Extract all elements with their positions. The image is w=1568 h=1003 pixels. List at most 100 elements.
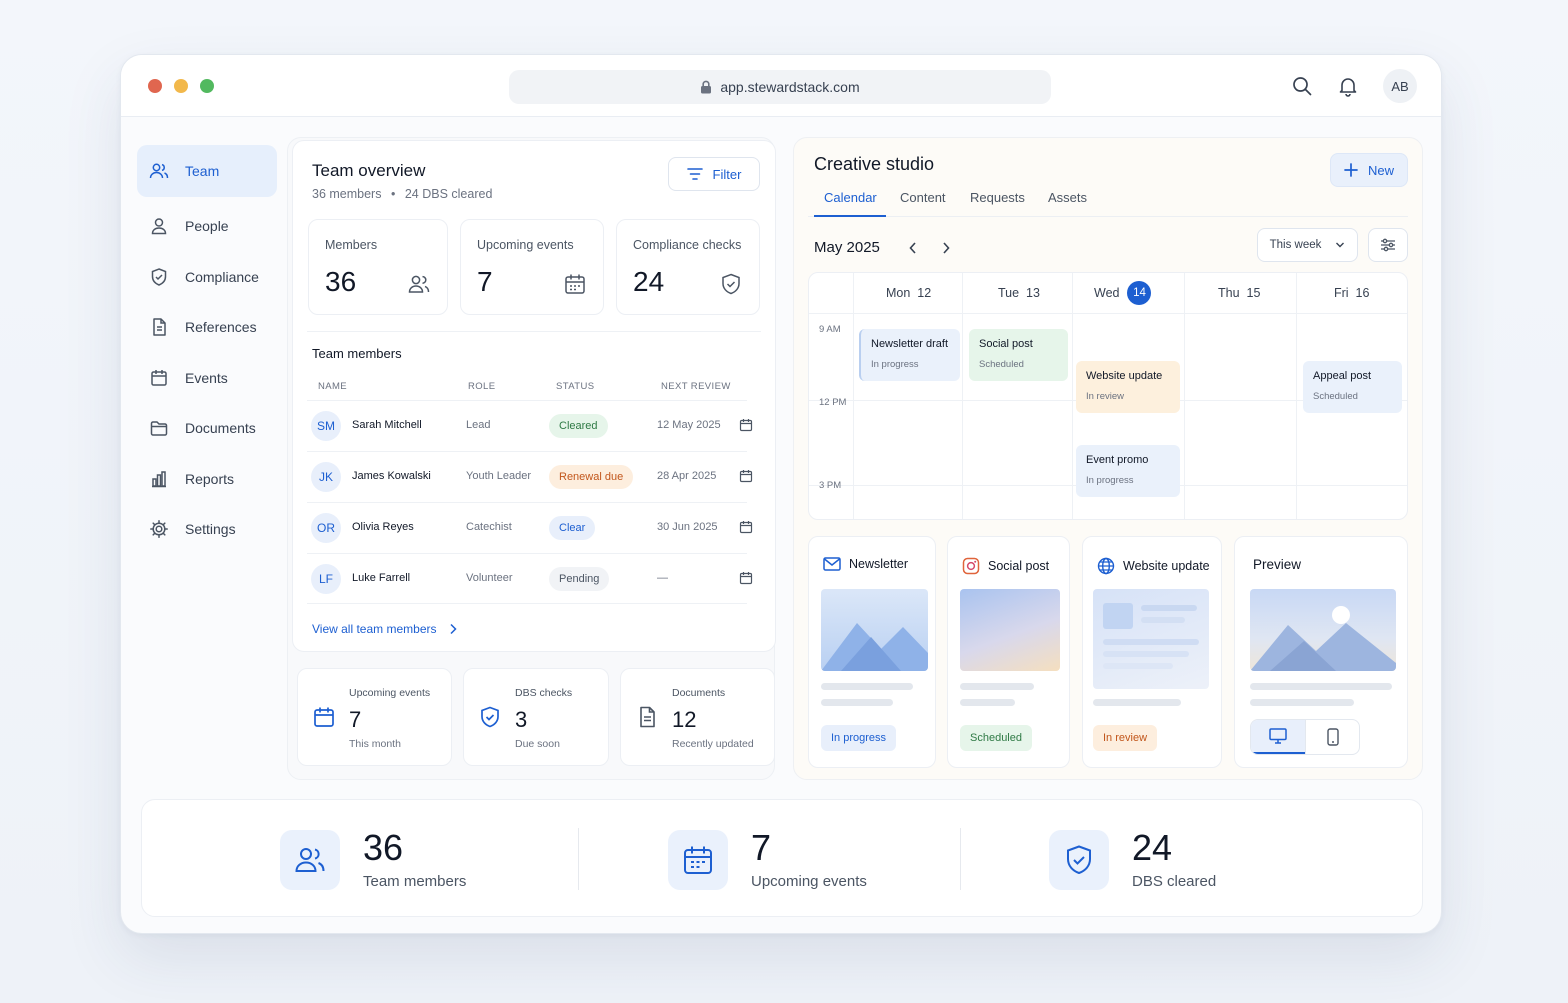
- sidebar-item-label: Events: [185, 369, 228, 386]
- review-date: 30 Jun 2025: [657, 521, 718, 533]
- tab-requests[interactable]: Requests: [970, 190, 1025, 205]
- folder-icon: [150, 421, 168, 436]
- stat-members: Members 36: [308, 219, 448, 315]
- calendar-icon[interactable]: [739, 469, 753, 483]
- divider: [307, 331, 761, 332]
- event-title: Website update: [1086, 370, 1163, 382]
- grid-line: [1296, 273, 1297, 519]
- mini-stat-value: 12: [672, 707, 697, 732]
- sidebar-item-references[interactable]: References: [137, 302, 277, 352]
- calendar-event[interactable]: Appeal post Scheduled: [1303, 361, 1402, 413]
- column-header-role[interactable]: ROLE: [468, 381, 495, 392]
- calendar-event[interactable]: Website update In review: [1076, 361, 1180, 413]
- text-placeholder: [1093, 699, 1181, 706]
- day-header-mon[interactable]: Mon 12: [886, 286, 931, 300]
- event-status: In review: [1086, 391, 1125, 402]
- time-label: 12 PM: [819, 397, 847, 408]
- tab-calendar[interactable]: Calendar: [824, 190, 877, 205]
- chevron-right-icon: [449, 623, 457, 635]
- day-header-tue[interactable]: Tue 13: [998, 286, 1040, 300]
- column-header-name[interactable]: NAME: [318, 381, 347, 392]
- sidebar-item-team[interactable]: Team: [137, 145, 277, 197]
- sidebar-item-events[interactable]: Events: [137, 353, 277, 403]
- summary-label: Team members: [363, 873, 467, 890]
- column-header-next-review[interactable]: NEXT REVIEW: [661, 381, 731, 392]
- grid-line: [853, 273, 854, 519]
- table-row[interactable]: JK James Kowalski Youth Leader Renewal d…: [307, 451, 753, 502]
- content-card-website-update[interactable]: Website update In review: [1082, 536, 1222, 768]
- time-label: 9 AM: [819, 324, 841, 335]
- close-window-button[interactable]: [148, 79, 162, 93]
- address-bar[interactable]: app.stewardstack.com: [509, 70, 1051, 104]
- tab-content[interactable]: Content: [900, 190, 946, 205]
- content-card-social-post[interactable]: Social post Scheduled: [947, 536, 1070, 768]
- mobile-view-button[interactable]: [1305, 720, 1359, 754]
- browser-titlebar: app.stewardstack.com AB: [121, 55, 1441, 117]
- chevron-left-icon[interactable]: [908, 241, 918, 255]
- calendar-icon[interactable]: [739, 571, 753, 585]
- calendar-event[interactable]: Event promo In progress: [1076, 445, 1180, 497]
- creative-studio-panel: Creative studio New Calendar Content Req…: [793, 137, 1423, 780]
- summary-upcoming-events: 7 Upcoming events: [668, 827, 928, 890]
- card-title: Social post: [962, 557, 1049, 575]
- calendar-settings-button[interactable]: [1368, 228, 1408, 262]
- summary-icon-box: [1049, 830, 1109, 890]
- minimize-window-button[interactable]: [174, 79, 188, 93]
- table-row[interactable]: OR Olivia Reyes Catechist Clear 30 Jun 2…: [307, 502, 753, 553]
- review-date: —: [657, 572, 668, 584]
- bell-icon[interactable]: [1337, 75, 1359, 97]
- globe-icon: [1097, 557, 1115, 575]
- event-status: In progress: [1086, 475, 1134, 486]
- team-overview-card: Team overview 36 members • 24 DBS cleare…: [292, 140, 776, 652]
- filter-icon: [686, 168, 703, 180]
- range-select[interactable]: This week: [1257, 228, 1358, 262]
- sidebar-item-people[interactable]: People: [137, 201, 277, 251]
- image-placeholder: [821, 589, 928, 671]
- day-header-wed[interactable]: Wed 14: [1094, 281, 1152, 305]
- content-card-newsletter[interactable]: Newsletter In progress: [808, 536, 936, 768]
- search-icon[interactable]: [1291, 75, 1313, 97]
- summary-dbs-cleared: 24 DBS cleared: [1049, 827, 1309, 890]
- status-badge: In progress: [821, 725, 897, 751]
- calendar-event[interactable]: Newsletter draft In progress: [859, 329, 960, 381]
- new-label: New: [1367, 162, 1394, 178]
- mini-stat-documents: Documents 12 Recently updated: [620, 668, 775, 766]
- sidebar-item-settings[interactable]: Settings: [137, 504, 277, 554]
- sidebar-item-documents[interactable]: Documents: [137, 403, 277, 453]
- event-status: Scheduled: [979, 359, 1024, 370]
- column-header-status[interactable]: STATUS: [556, 381, 594, 392]
- member-name: Olivia Reyes: [352, 521, 414, 533]
- maximize-window-button[interactable]: [200, 79, 214, 93]
- mini-stat-sub: This month: [349, 738, 401, 750]
- sidebar-item-reports[interactable]: Reports: [137, 454, 277, 504]
- preview-image: [1250, 589, 1396, 671]
- member-name: James Kowalski: [352, 470, 431, 482]
- table-row[interactable]: SM Sarah Mitchell Lead Cleared 12 May 20…: [307, 400, 753, 451]
- users-icon: [295, 848, 325, 872]
- new-button[interactable]: New: [1330, 153, 1408, 187]
- calendar-icon[interactable]: [739, 520, 753, 534]
- view-all-members-link[interactable]: View all team members: [312, 622, 457, 636]
- calendar-event[interactable]: Social post Scheduled: [969, 329, 1068, 381]
- user-avatar[interactable]: AB: [1383, 69, 1417, 103]
- filter-button[interactable]: Filter: [668, 157, 760, 191]
- member-role: Volunteer: [466, 572, 513, 584]
- document-icon: [640, 706, 655, 728]
- team-members-title: Team members: [312, 346, 402, 361]
- table-row[interactable]: LF Luke Farrell Volunteer Pending —: [307, 553, 753, 604]
- day-header-thu[interactable]: Thu 15: [1218, 286, 1260, 300]
- sidebar-item-label: Settings: [185, 521, 236, 537]
- day-header-fri[interactable]: Fri 16: [1334, 286, 1369, 300]
- summary-value: 24: [1132, 827, 1173, 868]
- today-badge: 14: [1127, 281, 1152, 305]
- sidebar-item-compliance[interactable]: Compliance: [137, 252, 277, 302]
- tab-assets[interactable]: Assets: [1048, 190, 1087, 205]
- member-name: Sarah Mitchell: [352, 419, 422, 431]
- card-title: Website update: [1097, 557, 1210, 575]
- time-label: 3 PM: [819, 480, 842, 491]
- desktop-view-button[interactable]: [1251, 720, 1305, 754]
- status-badge: In review: [1093, 725, 1158, 751]
- gear-icon: [150, 520, 168, 538]
- chevron-right-icon[interactable]: [941, 241, 951, 255]
- calendar-icon[interactable]: [739, 418, 753, 432]
